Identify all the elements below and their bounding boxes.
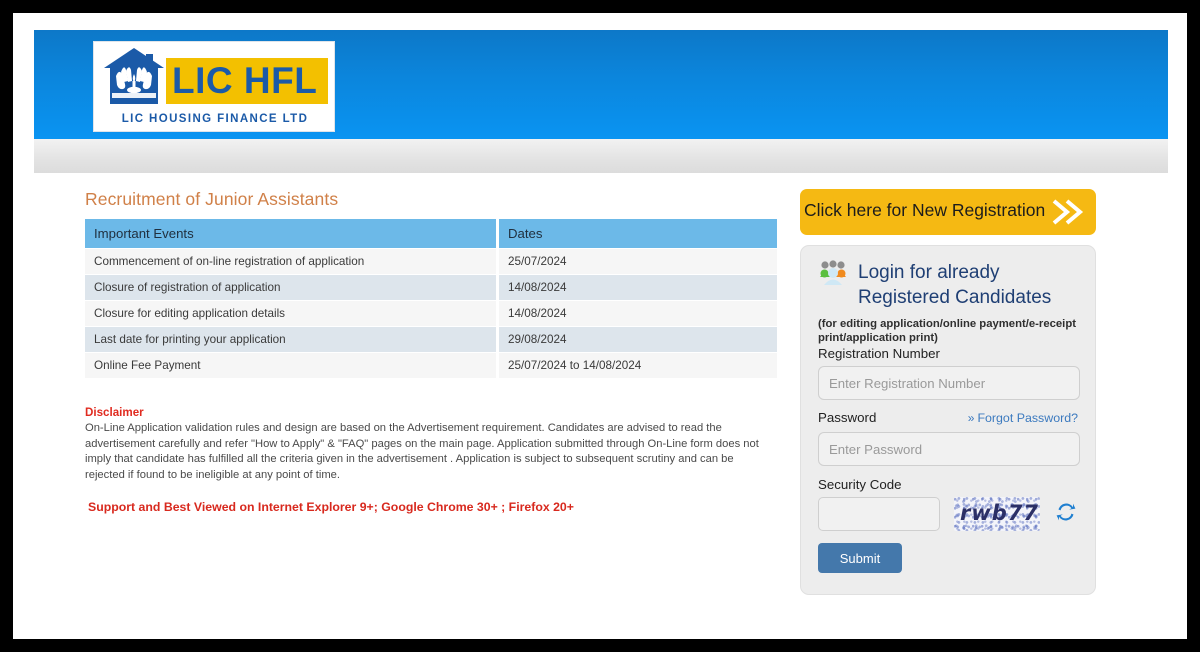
new-registration-label: Click here for New Registration [804,200,1046,220]
event-name: Closure for editing application details [85,301,499,326]
column-header-events: Important Events [85,219,499,248]
login-panel: Login for already Registered Candidates … [800,245,1096,595]
captcha-image: rwb77 [954,497,1040,531]
registration-number-input[interactable] [818,366,1080,400]
page-frame: LIC HFL LIC HOUSING FINANCE LTD Recruitm… [13,13,1187,639]
logo-subtitle: LIC HOUSING FINANCE LTD [121,113,309,125]
submit-button[interactable]: Submit [818,543,902,573]
table-row: Commencement of on-line registration of … [85,249,777,274]
captcha-row: rwb77 [818,497,1078,531]
password-label-row: Password » Forgot Password? [818,409,1078,427]
event-date: 14/08/2024 [499,275,777,300]
browser-support-note: Support and Best Viewed on Internet Expl… [88,500,574,514]
captcha-text: rwb77 [960,501,1040,525]
table-row: Closure of registration of application 1… [85,275,777,300]
users-group-icon [820,260,846,285]
event-name: Last date for printing your application [85,327,499,352]
column-header-dates: Dates [499,219,777,248]
table-row: Last date for printing your application … [85,327,777,352]
login-heading-text: Login for already Registered Candidates [856,260,1051,310]
registration-number-label: Registration Number [818,346,940,361]
event-date: 29/08/2024 [499,327,777,352]
login-column: Click here for New Registration Login fo… [800,189,1096,595]
important-events-table: Important Events Dates Commencement of o… [85,218,777,379]
login-heading: Login for already Registered Candidates [818,260,1078,310]
logo-brand-text: LIC HFL [172,60,318,101]
event-name: Commencement of on-line registration of … [85,249,499,274]
table-row: Closure for editing application details … [85,301,777,326]
forgot-password-link[interactable]: Forgot Password? [977,411,1078,425]
double-chevron-right-icon [1050,196,1084,231]
event-name: Closure of registration of application [85,275,499,300]
event-date: 14/08/2024 [499,301,777,326]
password-label: Password [818,410,877,425]
security-code-label: Security Code [818,477,902,492]
login-heading-line2: Registered Candidates [858,287,1052,308]
login-heading-line1: Login for already [858,262,1000,283]
table-row: Online Fee Payment 25/07/2024 to 14/08/2… [85,353,777,378]
login-note: (for editing application/online payment/… [818,318,1076,344]
lic-hfl-logo[interactable]: LIC HFL LIC HOUSING FINANCE LTD [93,41,335,132]
event-date: 25/07/2024 to 14/08/2024 [499,353,777,378]
site-header-banner: LIC HFL LIC HOUSING FINANCE LTD [34,30,1168,139]
header-secondary-bar [34,139,1168,173]
double-chevron-right-icon: » [967,411,975,425]
security-code-input[interactable] [818,497,940,531]
forgot-password-link-wrap[interactable]: » Forgot Password? [968,409,1078,427]
event-date: 25/07/2024 [499,249,777,274]
new-registration-button[interactable]: Click here for New Registration [800,189,1096,235]
disclaimer-section: Disclaimer On-Line Application validatio… [85,406,769,514]
refresh-icon[interactable] [1054,500,1078,528]
house-with-hands-icon [104,48,164,104]
table-header-row: Important Events Dates [85,219,777,248]
disclaimer-title: Disclaimer [85,406,144,419]
disclaimer-body: On-Line Application validation rules and… [85,422,759,481]
password-input[interactable] [818,432,1080,466]
main-content: Recruitment of Junior Assistants Importa… [85,189,785,514]
event-name: Online Fee Payment [85,353,499,378]
page-title: Recruitment of Junior Assistants [85,189,339,209]
